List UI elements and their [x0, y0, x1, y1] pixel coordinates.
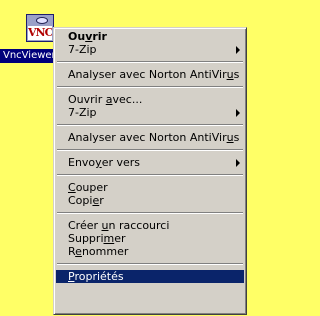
- menu-item-supprimer[interactable]: Supprimer: [54, 232, 246, 245]
- menu-separator: [57, 61, 243, 63]
- vncviewer-desktop-icon[interactable]: VNC VncViewer: [0, 10, 60, 66]
- menu-item-envoyer-vers[interactable]: Envoyer vers: [54, 156, 246, 169]
- vncviewer-app-icon[interactable]: VNC: [26, 14, 54, 42]
- menu-item-analyser-norton-2[interactable]: Analyser avec Norton AntiVirus: [54, 131, 246, 144]
- menu-item-renommer[interactable]: Renommer: [54, 245, 246, 258]
- submenu-arrow-icon: [236, 109, 240, 117]
- menu-separator: [57, 174, 243, 176]
- menu-item-7zip-2[interactable]: 7-Zip: [54, 106, 246, 119]
- submenu-arrow-icon: [236, 159, 240, 167]
- eye-icon: [36, 17, 48, 24]
- menu-item-proprietes[interactable]: Propriétés: [56, 270, 244, 283]
- vnc-logo: VNC: [28, 26, 52, 40]
- submenu-arrow-icon: [236, 46, 240, 54]
- menu-item-ouvrir-avec[interactable]: Ouvrir avec...: [54, 93, 246, 106]
- menu-item-ouvrir[interactable]: Ouvrir: [54, 30, 246, 43]
- menu-separator: [57, 212, 243, 214]
- menu-separator: [57, 263, 243, 265]
- menu-separator: [57, 124, 243, 126]
- menu-item-analyser-norton[interactable]: Analyser avec Norton AntiVirus: [54, 68, 246, 81]
- menu-separator: [57, 86, 243, 88]
- menu-item-7zip[interactable]: 7-Zip: [54, 43, 246, 56]
- desktop-icon-label[interactable]: VncViewer: [0, 49, 60, 63]
- menu-item-couper[interactable]: Couper: [54, 181, 246, 194]
- menu-separator: [57, 149, 243, 151]
- context-menu: Ouvrir 7-Zip Analyser avec Norton AntiVi…: [53, 27, 247, 315]
- menu-item-copier[interactable]: Copier: [54, 194, 246, 207]
- menu-item-creer-raccourci[interactable]: Créer un raccourci: [54, 219, 246, 232]
